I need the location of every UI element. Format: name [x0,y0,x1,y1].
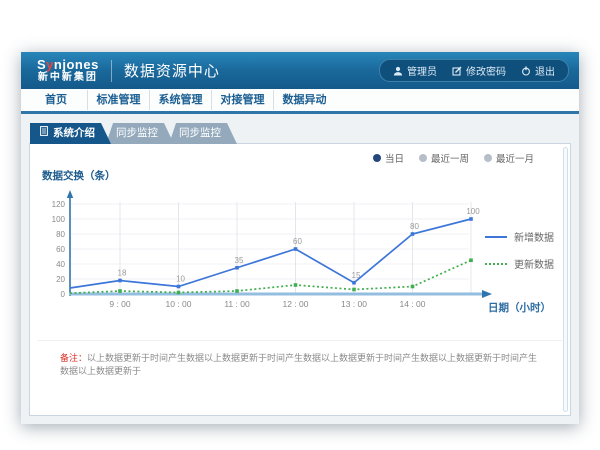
change-password-button[interactable]: 修改密码 [452,63,506,78]
svg-text:120: 120 [52,200,66,209]
y-axis-title: 数据交换（条） [42,168,116,183]
legend-new-data-label: 新增数据 [514,229,554,244]
svg-text:100: 100 [52,215,66,224]
logo-accent: y [46,57,54,72]
svg-text:18: 18 [118,269,127,278]
page-title: 数据资源中心 [124,60,220,81]
logout-label: 退出 [535,63,555,78]
app-window: Synjones 新中新集团 数据资源中心 管理员 修改密码 退出 首页 标准管… [21,52,579,424]
logo-subtitle: 新中新集团 [37,73,99,83]
main-nav: 首页 标准管理 系统管理 对接管理 数据异动 [21,89,579,114]
svg-text:35: 35 [235,256,244,265]
nav-item-home[interactable]: 首页 [25,90,87,110]
footnote-prefix: 备注： [60,353,87,363]
nav-item-standard-mgmt[interactable]: 标准管理 [87,90,149,110]
radio-icon [484,154,492,162]
note-divider [38,340,562,341]
tab-system-intro-label: 系统介绍 [53,123,95,144]
user-icon [393,66,403,76]
filter-last-month-label: 最近一月 [496,151,534,165]
user-controls: 管理员 修改密码 退出 [379,59,569,82]
edit-icon [452,66,462,76]
filter-today[interactable]: 当日 [373,151,404,165]
svg-text:10: 10 [176,275,185,284]
svg-text:60: 60 [56,245,65,254]
radio-icon [419,154,427,162]
header-divider [111,60,112,82]
company-logo: Synjones 新中新集团 [37,58,99,83]
svg-text:15: 15 [352,271,361,280]
tab-bar: 系统介绍 同步监控 同步监控 [30,123,571,144]
chart-legend: 新增数据 更新数据 [485,229,554,271]
nav-item-system-mgmt[interactable]: 系统管理 [149,90,211,110]
logo-part1: S [37,57,46,72]
admin-user-button[interactable]: 管理员 [393,63,437,78]
svg-text:20: 20 [56,275,65,284]
nav-item-connect-mgmt[interactable]: 对接管理 [211,90,273,110]
filter-last-week[interactable]: 最近一周 [419,151,469,165]
svg-text:0: 0 [61,290,66,299]
radio-selected-icon [373,154,381,162]
document-icon [40,123,48,144]
svg-text:11 : 00: 11 : 00 [224,299,250,309]
x-axis-title: 日期（小时） [488,300,551,315]
tab-system-intro[interactable]: 系统介绍 [30,123,111,144]
app-header: Synjones 新中新集团 数据资源中心 管理员 修改密码 退出 [21,52,579,89]
legend-item-new-data: 新增数据 [485,229,554,244]
admin-user-label: 管理员 [407,63,437,78]
legend-item-updated-data: 更新数据 [485,256,554,271]
svg-text:100: 100 [466,207,480,216]
svg-text:9 : 00: 9 : 00 [109,299,131,309]
svg-text:14 : 00: 14 : 00 [400,299,426,309]
time-range-filters: 当日 最近一周 最近一月 [373,151,534,165]
filter-last-week-label: 最近一周 [431,151,469,165]
panel-scrollbar[interactable] [563,147,568,412]
svg-text:12 : 00: 12 : 00 [283,299,309,309]
tab-sync-monitor-2[interactable]: 同步监控 [169,123,237,144]
filter-last-month[interactable]: 最近一月 [484,151,534,165]
content-area: 系统介绍 同步监控 同步监控 当日 最近一周 最近一月 数据交换（条） 0 20 4… [21,114,579,416]
tab-sync-monitor-1[interactable]: 同步监控 [106,123,174,144]
svg-text:40: 40 [56,260,65,269]
solid-line-icon [485,236,507,238]
svg-text:13 : 00: 13 : 00 [341,299,367,309]
dotted-line-icon [485,263,507,265]
legend-updated-data-label: 更新数据 [514,256,554,271]
power-icon [521,66,531,76]
chart-panel: 当日 最近一周 最近一月 数据交换（条） 0 20 40 60 80 100 120 9 : … [29,143,571,416]
svg-text:60: 60 [293,237,302,246]
footnote-text: 以上数据更新于时间产生数据以上数据更新于时间产生数据以上数据更新于时间产生数据以… [60,353,537,376]
svg-text:10 : 00: 10 : 00 [166,299,192,309]
filter-today-label: 当日 [385,151,404,165]
nav-item-data-change[interactable]: 数据异动 [273,90,335,110]
svg-text:80: 80 [410,222,419,231]
footnote: 备注：以上数据更新于时间产生数据以上数据更新于时间产生数据以上数据更新于时间产生… [60,352,540,377]
change-password-label: 修改密码 [466,63,506,78]
logo-wordmark: Synjones [37,58,99,71]
logo-part2: njones [54,57,99,72]
exchange-line-chart: 0 20 40 60 80 100 120 9 : 00 10 : 00 11 : 00 12 : … [42,186,502,321]
logout-button[interactable]: 退出 [521,63,555,78]
svg-text:80: 80 [56,230,65,239]
